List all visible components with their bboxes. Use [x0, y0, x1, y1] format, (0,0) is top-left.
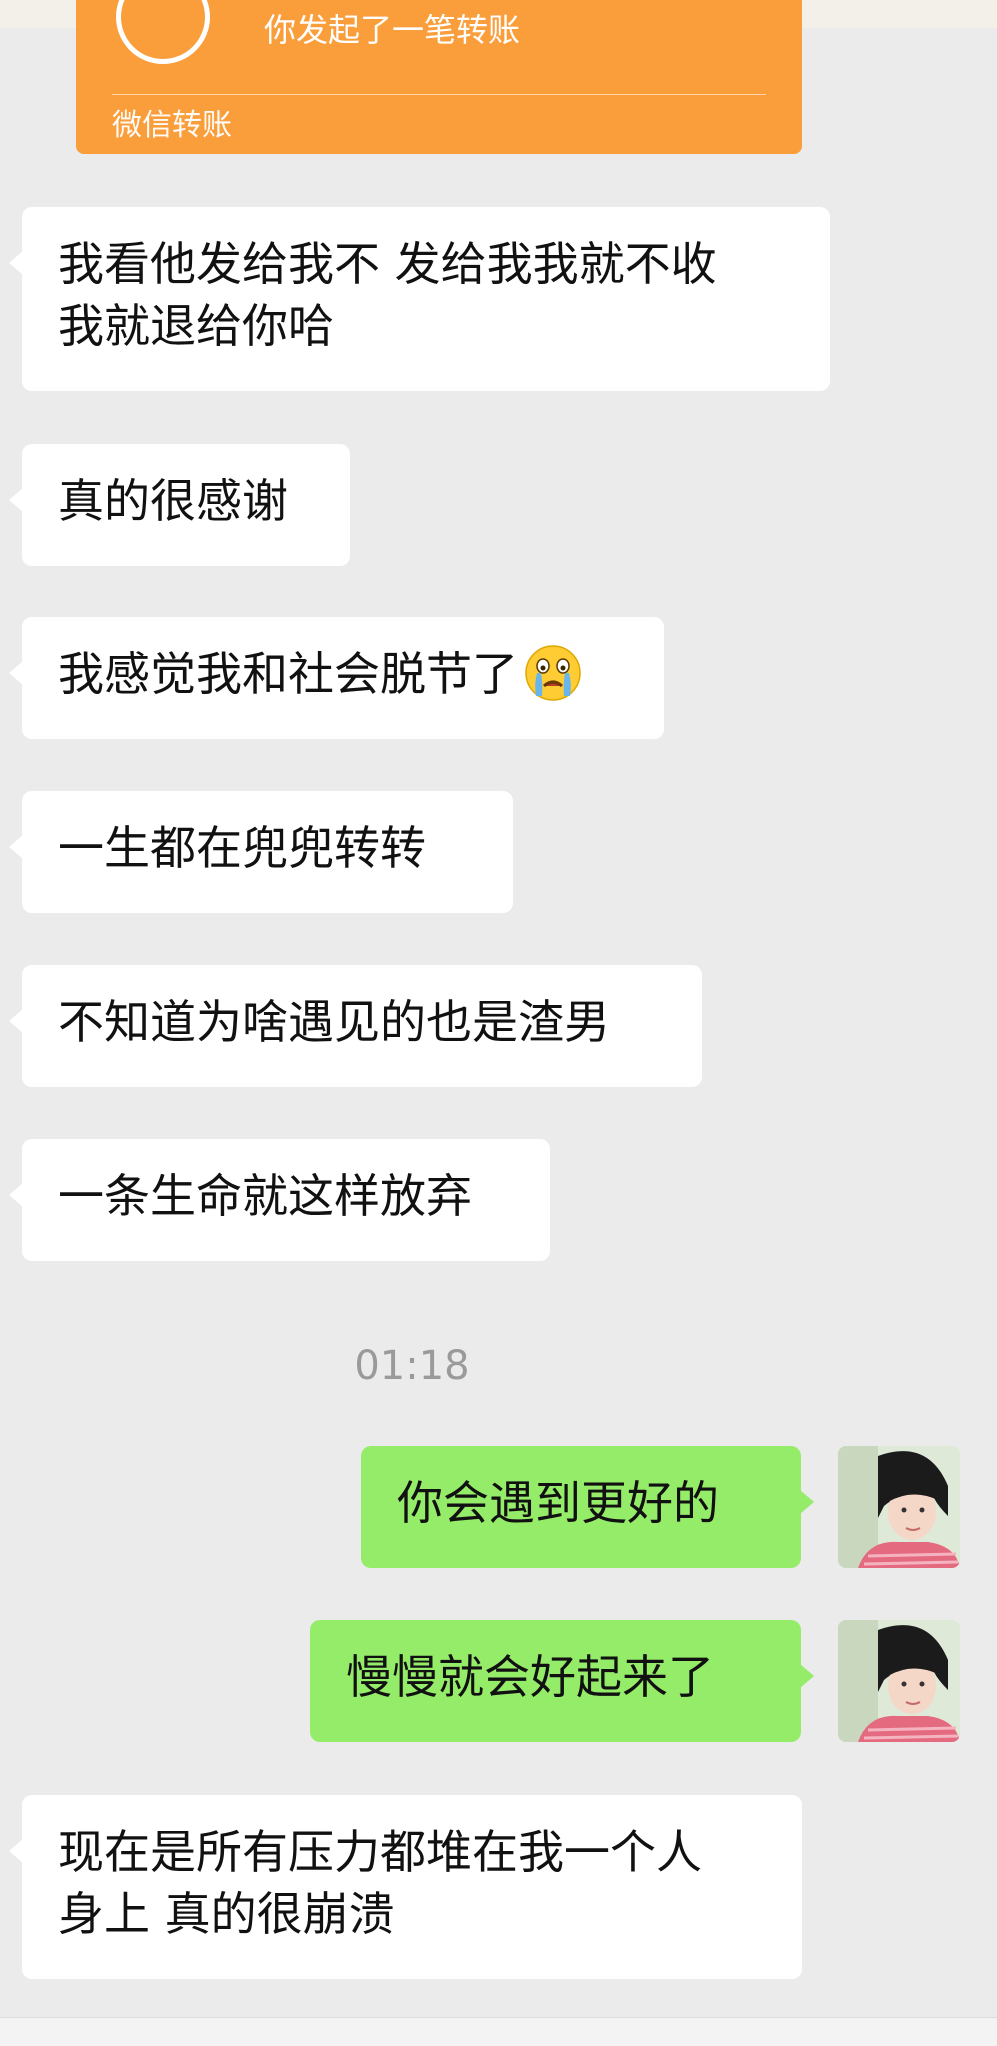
chat-screen: 你发起了一笔转账 微信转账 我看他发给我不 发给我我就不收 我就退给你哈 真的很…: [0, 0, 997, 2046]
message-text: 我感觉我和社会脱节了: [58, 643, 628, 705]
incoming-message[interactable]: 我感觉我和社会脱节了: [9, 617, 664, 739]
message-text: 慢慢就会好起来了: [346, 1650, 714, 1704]
transfer-title: 你发起了一笔转账: [264, 11, 521, 49]
bottom-edge: [0, 2017, 997, 2046]
incoming-message[interactable]: 现在是所有压力都堆在我一个人 身上 真的很崩溃: [9, 1795, 802, 1979]
message-text: 我看他发给我不 发给我我就不收 我就退给你哈: [58, 237, 717, 353]
transfer-footer: 微信转账: [112, 108, 232, 143]
transfer-icon: [116, 0, 210, 64]
message-text: 不知道为啥遇见的也是渣男: [58, 995, 610, 1049]
avatar-photo: [838, 1446, 960, 1568]
incoming-message[interactable]: 我看他发给我不 发给我我就不收 我就退给你哈: [9, 207, 830, 391]
incoming-message[interactable]: 一生都在兜兜转转: [9, 791, 513, 913]
transfer-divider: [112, 94, 766, 95]
avatar-photo: [838, 1620, 960, 1742]
message-text: 一生都在兜兜转转: [58, 821, 426, 875]
avatar[interactable]: [838, 1446, 960, 1568]
crying-face-icon: [525, 645, 581, 701]
message-text: 现在是所有压力都堆在我一个人 身上 真的很崩溃: [58, 1825, 702, 1941]
outgoing-message[interactable]: 慢慢就会好起来了: [310, 1620, 814, 1742]
avatar[interactable]: [838, 1620, 960, 1742]
outgoing-message[interactable]: 你会遇到更好的: [361, 1446, 814, 1568]
message-text: 真的很感谢: [58, 474, 288, 528]
incoming-message[interactable]: 一条生命就这样放弃: [9, 1139, 550, 1261]
transfer-card[interactable]: 你发起了一笔转账 微信转账: [76, 0, 802, 154]
incoming-message[interactable]: 真的很感谢: [9, 444, 350, 566]
incoming-message[interactable]: 不知道为啥遇见的也是渣男: [9, 965, 702, 1087]
timestamp: 01:18: [354, 1343, 470, 1389]
message-text: 一条生命就这样放弃: [58, 1169, 472, 1223]
message-text: 你会遇到更好的: [397, 1476, 719, 1530]
